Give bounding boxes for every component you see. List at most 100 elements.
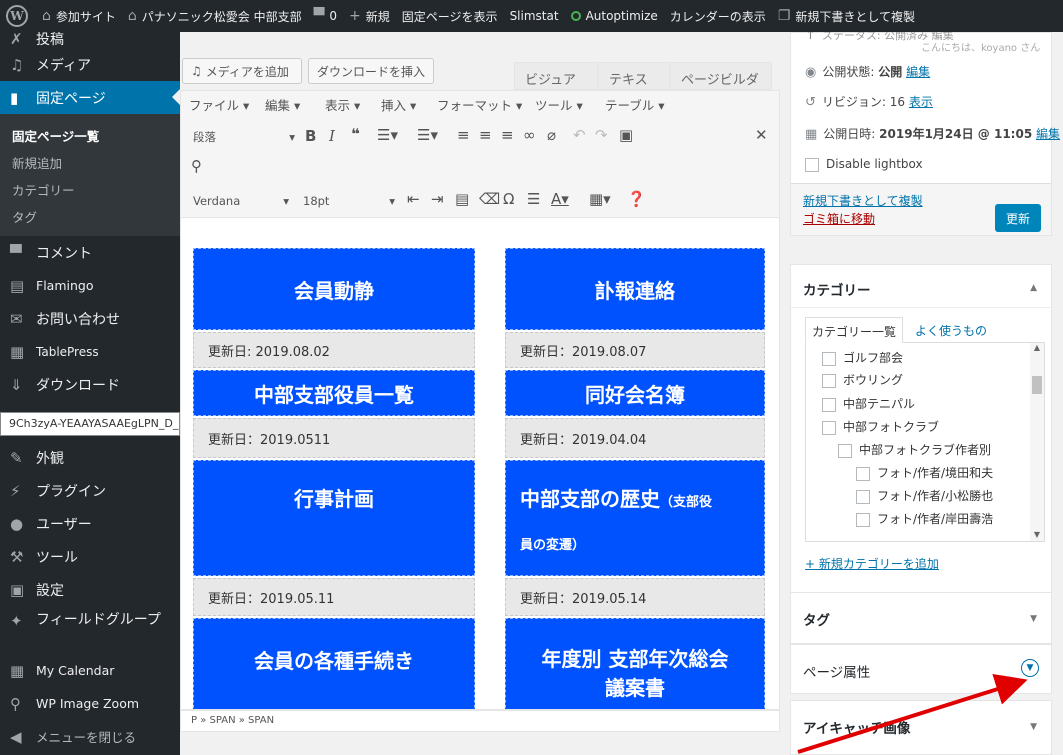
category-checkbox[interactable] bbox=[822, 351, 836, 366]
tab-popular-categories[interactable]: よく使うもの bbox=[915, 322, 987, 339]
menu-appearance[interactable]: ✎ 外観 bbox=[0, 441, 180, 474]
category-item[interactable]: 中部テニパル bbox=[822, 395, 915, 412]
view-page-link[interactable]: 固定ページを表示 bbox=[396, 0, 504, 32]
font-family-select[interactable]: Verdana ▾ bbox=[189, 190, 293, 212]
menu-file[interactable]: ファイル ▾ bbox=[189, 95, 249, 114]
menu-comments[interactable]: ▀ コメント bbox=[0, 236, 180, 269]
category-checkbox[interactable] bbox=[856, 466, 870, 481]
omega-icon[interactable]: Ω bbox=[503, 190, 514, 208]
undo-icon[interactable]: ↶ bbox=[573, 126, 586, 144]
bold-icon[interactable]: B bbox=[305, 127, 316, 145]
wp-logo-menu[interactable]: W bbox=[0, 0, 36, 32]
page-attributes-box[interactable]: ページ属性 ▼ bbox=[790, 644, 1052, 694]
menu-download[interactable]: ⇓ ダウンロード bbox=[0, 368, 180, 401]
expand-down-icon[interactable]: ▼ bbox=[1030, 614, 1037, 624]
category-checkbox[interactable] bbox=[822, 420, 836, 435]
disable-lightbox-checkbox[interactable] bbox=[805, 157, 819, 172]
category-item[interactable]: ゴルフ部会 bbox=[822, 349, 903, 366]
expand-down-icon[interactable]: ▼ bbox=[1030, 722, 1037, 732]
horizontal-rule-icon[interactable]: ☰ bbox=[527, 190, 540, 208]
publish-date-edit-link[interactable]: 編集 bbox=[1036, 127, 1060, 141]
cell-date[interactable]: 更新日: 2019.08.02 bbox=[193, 332, 475, 368]
my-sites-menu[interactable]: ⌂ 参加サイト bbox=[36, 0, 122, 32]
help-icon[interactable]: ❓ bbox=[627, 190, 646, 208]
cell-title[interactable]: 会員動静 bbox=[193, 248, 475, 330]
menu-pages[interactable]: ▮ 固定ページ bbox=[0, 81, 180, 114]
cell-date[interactable]: 更新日：2019.0511 bbox=[193, 418, 475, 458]
tab-visual[interactable]: ビジュアル bbox=[514, 62, 598, 107]
cell-title[interactable]: 同好会名簿 bbox=[505, 370, 765, 416]
category-checkbox[interactable] bbox=[822, 397, 836, 412]
collapse-up-icon[interactable]: ▲ bbox=[1030, 283, 1037, 293]
scroll-down-icon[interactable]: ▼ bbox=[1030, 530, 1044, 539]
menu-contact[interactable]: ✉ お問い合わせ bbox=[0, 302, 180, 335]
quote-icon[interactable]: ❝ bbox=[351, 125, 360, 143]
slimstat-menu[interactable]: Slimstat bbox=[504, 0, 565, 32]
category-item[interactable]: フォト/作者/境田和夫 bbox=[856, 464, 993, 481]
autoptimize-menu[interactable]: Autoptimize bbox=[565, 0, 664, 32]
calendar-link[interactable]: カレンダーの表示 bbox=[664, 0, 772, 32]
align-center-icon[interactable]: ≡ bbox=[479, 126, 492, 144]
bullet-list-icon[interactable]: ☰▾ bbox=[377, 126, 398, 144]
category-item[interactable]: フォト/作者/岸田壽浩 bbox=[856, 510, 993, 527]
fullscreen-icon[interactable]: ✕ bbox=[755, 126, 768, 144]
submenu-tag[interactable]: タグ bbox=[0, 203, 180, 230]
cell-date[interactable]: 更新日：2019.04.04 bbox=[505, 418, 765, 458]
submenu-all-pages[interactable]: 固定ページ一覧 bbox=[0, 122, 180, 149]
category-checkbox[interactable] bbox=[822, 373, 836, 388]
numbered-list-icon[interactable]: ☰▾ bbox=[417, 126, 438, 144]
cell-title[interactable]: 中部支部の歴史（支部役 員の変遷） bbox=[505, 460, 765, 576]
menu-media[interactable]: ♫ メディア bbox=[0, 48, 180, 81]
menu-posts[interactable]: ✗ 投稿 bbox=[0, 32, 180, 48]
indent-icon[interactable]: ⇥ bbox=[431, 190, 444, 208]
menu-collapse[interactable]: ◀ メニューを閉じる bbox=[0, 720, 180, 753]
menu-edit[interactable]: 編集 ▾ bbox=[265, 95, 300, 114]
copy-draft-link[interactable]: ❐ 新規下書きとして複製 bbox=[772, 0, 921, 32]
menu-my-calendar[interactable]: ▦ My Calendar bbox=[0, 654, 180, 687]
menu-tools[interactable]: ⚒ ツール bbox=[0, 540, 180, 573]
cell-title[interactable]: 年度別 支部年次総会 議案書 bbox=[505, 618, 765, 709]
category-scrollbar[interactable]: ▲ ▼ bbox=[1030, 343, 1044, 541]
category-item[interactable]: 中部フォトクラブ作者別 bbox=[838, 441, 991, 458]
cell-title[interactable]: 中部支部役員一覧 bbox=[193, 370, 475, 416]
text-color-icon[interactable]: A▾ bbox=[551, 190, 569, 208]
comments-menu[interactable]: ▀ 0 bbox=[308, 0, 343, 32]
redo-icon[interactable]: ↷ bbox=[595, 126, 608, 144]
menu-tablepress[interactable]: ▦ TablePress bbox=[0, 335, 180, 368]
editor-content[interactable]: 会員動静 訃報連絡 更新日: 2019.08.02 更新日：2019.08.07… bbox=[180, 218, 780, 710]
eraser-icon[interactable]: ⌫ bbox=[479, 190, 500, 208]
update-button[interactable]: 更新 bbox=[995, 204, 1041, 232]
menu-flamingo[interactable]: ▤ Flamingo bbox=[0, 269, 180, 302]
scroll-thumb[interactable] bbox=[1032, 376, 1042, 394]
cell-date[interactable]: 更新日：2019.05.11 bbox=[193, 578, 475, 616]
category-item[interactable]: 中部フォトクラブ bbox=[822, 418, 939, 435]
scroll-up-icon[interactable]: ▲ bbox=[1030, 343, 1044, 352]
menu-format[interactable]: フォーマット ▾ bbox=[437, 95, 522, 114]
tab-text[interactable]: テキスト bbox=[598, 62, 670, 107]
menu-table[interactable]: テーブル ▾ bbox=[605, 95, 665, 114]
cell-title[interactable]: 行事計画 bbox=[193, 460, 475, 576]
table-icon[interactable]: ▦▾ bbox=[589, 190, 611, 208]
link-icon[interactable]: ∞ bbox=[523, 126, 536, 144]
category-item[interactable]: ボウリング bbox=[822, 371, 903, 388]
revisions-show-link[interactable]: 表示 bbox=[909, 95, 933, 109]
insert-download-button[interactable]: ダウンロードを挿入 bbox=[308, 58, 434, 84]
toggle-circle-icon[interactable]: ▼ bbox=[1021, 659, 1039, 677]
visibility-edit-link[interactable]: 編集 bbox=[906, 65, 930, 79]
menu-plugins[interactable]: ⚡ プラグイン bbox=[0, 474, 180, 507]
eyecatch-box[interactable]: アイキャッチ画像 ▼ bbox=[790, 700, 1052, 755]
new-content-menu[interactable]: + 新規 bbox=[343, 0, 396, 32]
align-right-icon[interactable]: ≡ bbox=[501, 126, 514, 144]
format-select[interactable]: 段落 ▾ bbox=[189, 126, 299, 148]
clipboard-icon[interactable]: ▣ bbox=[619, 126, 633, 144]
font-size-select[interactable]: 18pt ▾ bbox=[299, 190, 399, 212]
tab-all-categories[interactable]: カテゴリー一覧 bbox=[805, 317, 904, 343]
menu-settings[interactable]: ▣ 設定 bbox=[0, 573, 180, 606]
menu-insert[interactable]: 挿入 ▾ bbox=[381, 95, 416, 114]
submenu-add-new[interactable]: 新規追加 bbox=[0, 149, 180, 176]
cell-title[interactable]: 訃報連絡 bbox=[505, 248, 765, 330]
cell-title[interactable]: 会員の各種手続き bbox=[193, 618, 475, 709]
add-media-button[interactable]: ♫ メディアを追加 bbox=[182, 58, 302, 84]
paste-text-icon[interactable]: ▤ bbox=[455, 190, 469, 208]
category-checkbox[interactable] bbox=[856, 512, 870, 527]
